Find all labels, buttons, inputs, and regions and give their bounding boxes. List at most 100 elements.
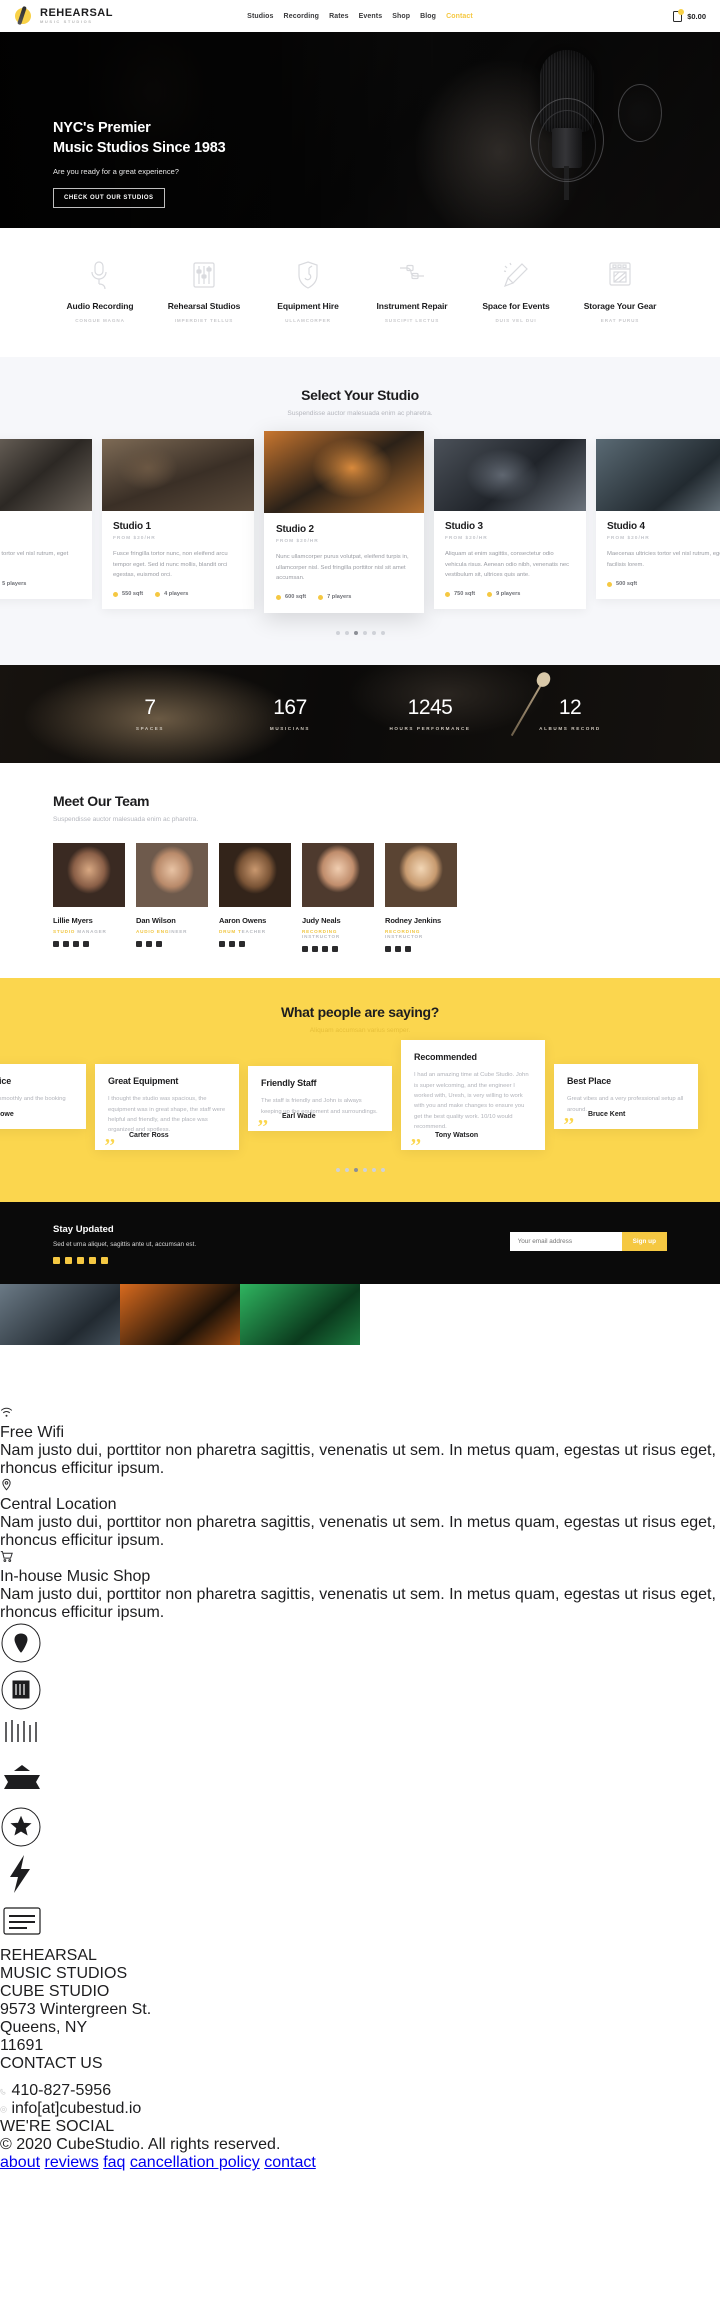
testimonial-carousel[interactable]: Great Service Everything went smoothly a… [0, 1040, 720, 1151]
studio-name: Studio 4 [607, 521, 645, 533]
hero-cta-button[interactable]: CHECK OUT OUR STUDIOS [53, 188, 165, 208]
studios-subtitle: Suspendisse auctor malesuada enim ac pha… [287, 410, 433, 418]
service-storage-your-gear[interactable]: Storage Your Gear ERAT PURUS [568, 258, 672, 323]
gallery-photo[interactable] [120, 1345, 240, 1406]
carousel-dot[interactable] [362, 631, 367, 636]
footer-logo[interactable]: REHEARSAL MUSIC STUDIOS [0, 1947, 720, 1983]
mixer-icon [152, 258, 256, 292]
footer-link-contact[interactable]: contact [264, 2154, 316, 2171]
carousel-dot[interactable] [371, 1168, 376, 1173]
nav-item-contact[interactable]: Contact [446, 13, 473, 20]
studio-carousel-dots[interactable] [0, 631, 720, 636]
member-social[interactable] [385, 946, 457, 953]
studio-players: 7 players [327, 594, 352, 601]
footer-link-cancellation-policy[interactable]: cancellation policy [130, 2154, 260, 2171]
service-rehearsal-studios[interactable]: Rehearsal Studios IMPERDIET TELLUS [152, 258, 256, 323]
studio-price: FROM $20/HR [0, 536, 81, 541]
carousel-dot[interactable] [371, 631, 376, 636]
team-member[interactable]: Aaron Owens DRUM TEACHER [219, 843, 291, 952]
service-title: Instrument Repair [376, 301, 448, 311]
gallery-photo[interactable] [600, 1345, 720, 1406]
studio-carousel[interactable]: Studio 4 FROM $20/HR Maecenas ultricies … [0, 431, 720, 614]
gallery-photo[interactable] [240, 1284, 360, 1346]
carousel-dot[interactable] [344, 631, 349, 636]
youtube-icon[interactable] [65, 1257, 72, 1265]
service-subtitle: DUIS VEL DUI [495, 318, 537, 324]
testimonial-carousel-dots[interactable] [0, 1168, 720, 1173]
carousel-dot-active[interactable] [353, 631, 358, 636]
service-title: Rehearsal Studios [167, 301, 241, 311]
nav-item-blog[interactable]: Blog [420, 13, 436, 20]
studio-card[interactable]: Studio 4 FROM $20/HR Maecenas ultricies … [596, 439, 720, 600]
gallery-photo[interactable] [360, 1284, 480, 1345]
gallery-photo[interactable] [120, 1284, 240, 1346]
gallery-photo[interactable] [0, 1284, 120, 1346]
site-logo[interactable]: REHEARSAL MUSIC STUDIOS [14, 5, 113, 27]
cart-widget[interactable]: $0.00 [672, 9, 706, 22]
facebook-icon[interactable] [53, 1257, 60, 1265]
gallery-photo[interactable] [480, 1345, 600, 1406]
gallery-photo[interactable] [0, 1345, 120, 1406]
studio-card[interactable]: Studio 3 FROM $20/HR Aliquam at enim sag… [434, 439, 586, 610]
quote-icon: ,, [258, 1106, 268, 1129]
team-member[interactable]: Judy Neals RECORDING INSTRUCTOR [302, 843, 374, 953]
yelp-icon[interactable] [101, 1257, 108, 1265]
carousel-dot-active[interactable] [353, 1168, 358, 1173]
nav-item-shop[interactable]: Shop [392, 13, 410, 20]
instagram-icon[interactable] [77, 1257, 84, 1265]
member-role: AUDIO ENGINEER [136, 929, 188, 935]
nav-item-recording[interactable]: Recording [284, 13, 320, 20]
sqft-icon [113, 591, 118, 597]
signup-button[interactable]: Sign up [621, 1232, 667, 1252]
studio-card[interactable]: Studio 4 FROM $20/HR Maecenas ultricies … [0, 439, 92, 600]
footer-link-faq[interactable]: faq [103, 2154, 125, 2171]
testimonial-card[interactable]: Great Service Everything went smoothly a… [0, 1064, 86, 1130]
team-member[interactable]: Rodney Jenkins RECORDING INSTRUCTOR [385, 843, 457, 953]
soundcloud-icon[interactable] [89, 1257, 96, 1265]
feature-title: Central Location [0, 1496, 117, 1514]
spotlight-icon [464, 258, 568, 292]
service-space-for-events[interactable]: Space for Events DUIS VEL DUI [464, 258, 568, 323]
testimonial-card[interactable]: Great Equipment I thought the studio was… [95, 1064, 239, 1150]
nav-item-studios[interactable]: Studios [247, 13, 273, 20]
players-icon [318, 594, 324, 600]
gallery-photo[interactable] [240, 1345, 360, 1406]
nav-item-events[interactable]: Events [359, 13, 383, 20]
team-member[interactable]: Lillie Myers STUDIO MANAGER [53, 843, 125, 952]
service-audio-recording[interactable]: Audio Recording CONGUE MAGNA [48, 258, 152, 323]
footer-link-about[interactable]: about [0, 2154, 40, 2171]
studio-card-featured[interactable]: Studio 2 FROM $20/HR Nunc ullamcorper pu… [264, 431, 424, 614]
testimonial-author: Bruce Kent [588, 1111, 626, 1119]
carousel-dot[interactable] [380, 1168, 385, 1173]
studio-card[interactable]: Studio 1 FROM $20/HR Fusce fringilla tor… [102, 439, 254, 610]
carousel-dot[interactable] [344, 1168, 349, 1173]
testimonial-card-featured[interactable]: Recommended I had an amazing time at Cub… [401, 1040, 545, 1151]
testimonial-body: I had an amazing time at Cube Studio. Jo… [414, 1072, 529, 1131]
footer-phone[interactable]: 410-827-5956 [0, 2082, 720, 2100]
carousel-dot[interactable] [335, 1168, 340, 1173]
testimonial-card[interactable]: Best Place Great vibes and a very profes… [554, 1064, 698, 1130]
service-equipment-hire[interactable]: Equipment Hire ULLAMCORPER [256, 258, 360, 323]
team-member[interactable]: Dan Wilson AUDIO ENGINEER [136, 843, 208, 952]
badge-vinyl-icon [0, 1669, 720, 1716]
gallery-photo[interactable] [480, 1284, 600, 1345]
footer-link-reviews[interactable]: reviews [45, 2154, 99, 2171]
gallery-photo[interactable] [600, 1284, 720, 1345]
carousel-dot[interactable] [362, 1168, 367, 1173]
service-instrument-repair[interactable]: Instrument Repair SUSCIPIT LECTUS [360, 258, 464, 323]
gallery-photo[interactable] [360, 1345, 480, 1406]
footer-email[interactable]: info[at]cubestud.io [0, 2100, 720, 2118]
studio-players: 5 players [2, 581, 27, 588]
nav-item-rates[interactable]: Rates [329, 13, 349, 20]
carousel-dot[interactable] [380, 631, 385, 636]
member-social[interactable] [302, 946, 374, 953]
testimonial-card[interactable]: Friendly Staff The staff is friendly and… [248, 1066, 392, 1132]
newsletter-social[interactable] [53, 1257, 196, 1265]
member-social[interactable] [53, 941, 125, 948]
carousel-dot[interactable] [335, 631, 340, 636]
member-social[interactable] [136, 941, 208, 948]
twitter-icon [395, 946, 401, 953]
member-social[interactable] [219, 941, 291, 948]
facebook-icon [53, 941, 59, 948]
email-input[interactable] [509, 1232, 622, 1252]
